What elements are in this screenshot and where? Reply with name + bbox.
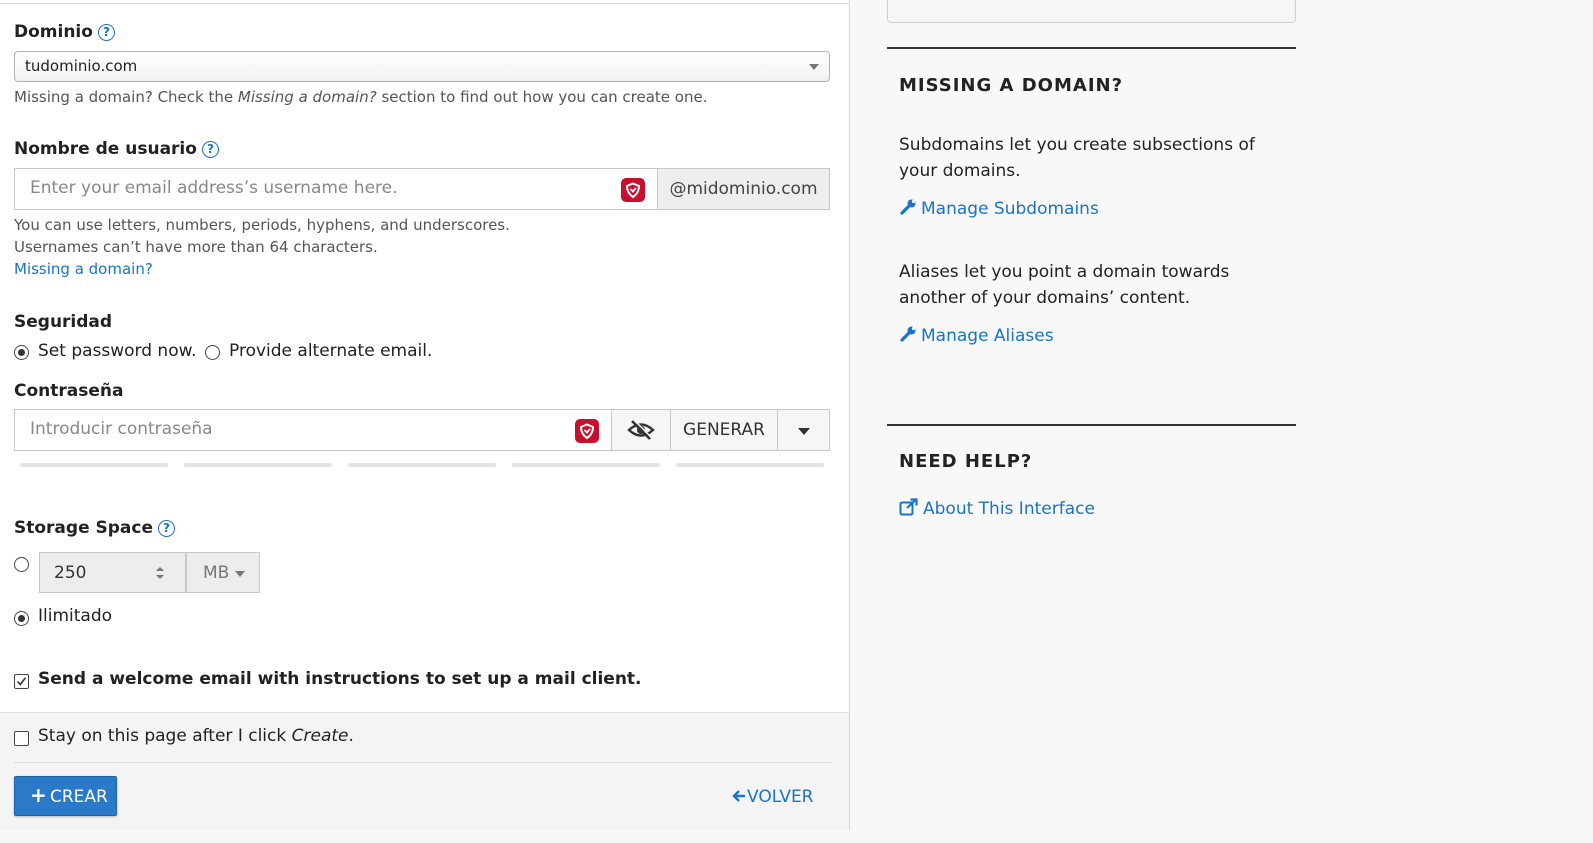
help-icon[interactable]: ? xyxy=(158,520,176,537)
back-link[interactable]: VOLVER xyxy=(731,787,814,807)
welcome-email-label[interactable]: Send a welcome email with instructions t… xyxy=(38,669,642,689)
missing-domain-heading: MISSING A DOMAIN? xyxy=(899,75,1124,96)
caret-down-icon xyxy=(798,428,810,435)
subdomains-description: Subdomains let you create subsections of… xyxy=(899,135,1255,181)
create-button-label: CREAR xyxy=(50,787,108,807)
stay-on-page-label[interactable]: Stay on this page after I click Create. xyxy=(38,726,354,746)
storage-unlimited-radio[interactable] xyxy=(14,611,29,626)
storage-quota-value: 250 xyxy=(54,563,87,583)
username-hint-length: Usernames can’t have more than 64 charac… xyxy=(14,238,378,256)
domain-hint: Missing a domain? Check the Missing a do… xyxy=(14,88,708,106)
domain-select-value: tudominio.com xyxy=(25,57,138,75)
toggle-password-visibility-button[interactable] xyxy=(611,409,671,451)
plus-icon: + xyxy=(30,783,47,807)
password-strength-segment xyxy=(512,463,660,467)
password-strength-segment xyxy=(20,463,168,467)
sidebar-divider xyxy=(887,47,1296,49)
sidebar-divider xyxy=(887,424,1296,426)
password-manager-icon[interactable] xyxy=(621,178,645,202)
password-label: Contraseña xyxy=(14,381,124,401)
spinner-arrows-icon[interactable] xyxy=(155,566,165,580)
help-icon[interactable]: ? xyxy=(97,24,115,41)
username-input[interactable]: Enter your email address’s username here… xyxy=(14,168,658,210)
password-manager-icon[interactable] xyxy=(575,419,599,443)
alternate-email-radio[interactable] xyxy=(205,345,220,360)
top-divider xyxy=(0,3,850,4)
generate-password-button[interactable]: GENERAR xyxy=(670,409,778,451)
eye-slash-icon xyxy=(627,419,655,440)
password-strength-segment xyxy=(184,463,332,467)
stay-on-page-checkbox[interactable] xyxy=(14,731,29,746)
caret-down-icon xyxy=(235,571,245,577)
need-help-heading: NEED HELP? xyxy=(899,451,1033,472)
username-domain-suffix: @midominio.com xyxy=(657,168,830,210)
missing-domain-link[interactable]: Missing a domain? xyxy=(14,260,153,278)
domain-select[interactable]: tudominio.com xyxy=(14,51,830,82)
password-placeholder: Introducir contraseña xyxy=(30,419,213,439)
storage-unit-select[interactable]: MB xyxy=(186,552,260,593)
manage-subdomains-link[interactable]: Manage Subdomains xyxy=(899,198,1099,219)
sidebar-previous-section xyxy=(887,0,1296,23)
password-options-dropdown[interactable] xyxy=(777,409,830,451)
form-footer: Stay on this page after I click Create. … xyxy=(0,712,849,830)
username-placeholder: Enter your email address’s username here… xyxy=(30,178,398,198)
storage-unlimited-label[interactable]: Ilimitado xyxy=(38,606,112,626)
set-password-radio[interactable] xyxy=(14,345,29,360)
username-label: Nombre de usuario? xyxy=(14,139,219,159)
domain-label: Dominio? xyxy=(14,22,115,42)
welcome-email-checkbox[interactable] xyxy=(14,674,29,689)
help-icon[interactable]: ? xyxy=(201,141,219,158)
aliases-description: Aliases let you point a domain towards a… xyxy=(899,262,1230,308)
footer-divider xyxy=(14,762,832,763)
storage-unit-value: MB xyxy=(203,563,230,583)
storage-quota-radio[interactable] xyxy=(14,557,29,572)
wrench-icon xyxy=(900,326,916,342)
storage-label: Storage Space? xyxy=(14,518,176,538)
alternate-email-label[interactable]: Provide alternate email. xyxy=(229,341,432,361)
password-strength-segment xyxy=(348,463,496,467)
add-email-account-form: Dominio? tudominio.com Missing a domain?… xyxy=(0,0,850,830)
checkmark-icon xyxy=(16,677,27,686)
storage-quota-input[interactable]: 250 xyxy=(39,552,186,593)
password-input[interactable]: Introducir contraseña xyxy=(14,409,612,451)
chevron-down-icon xyxy=(809,64,819,70)
password-strength-segment xyxy=(676,463,824,467)
set-password-label[interactable]: Set password now. xyxy=(38,341,196,361)
about-interface-link[interactable]: About This Interface xyxy=(899,498,1095,519)
wrench-icon xyxy=(900,199,916,215)
security-label: Seguridad xyxy=(14,312,113,332)
external-link-icon xyxy=(899,498,918,516)
create-button[interactable]: + CREAR xyxy=(14,776,117,816)
arrow-left-icon xyxy=(732,790,745,802)
manage-aliases-link[interactable]: Manage Aliases xyxy=(899,325,1054,346)
username-hint-chars: You can use letters, numbers, periods, h… xyxy=(14,216,510,234)
